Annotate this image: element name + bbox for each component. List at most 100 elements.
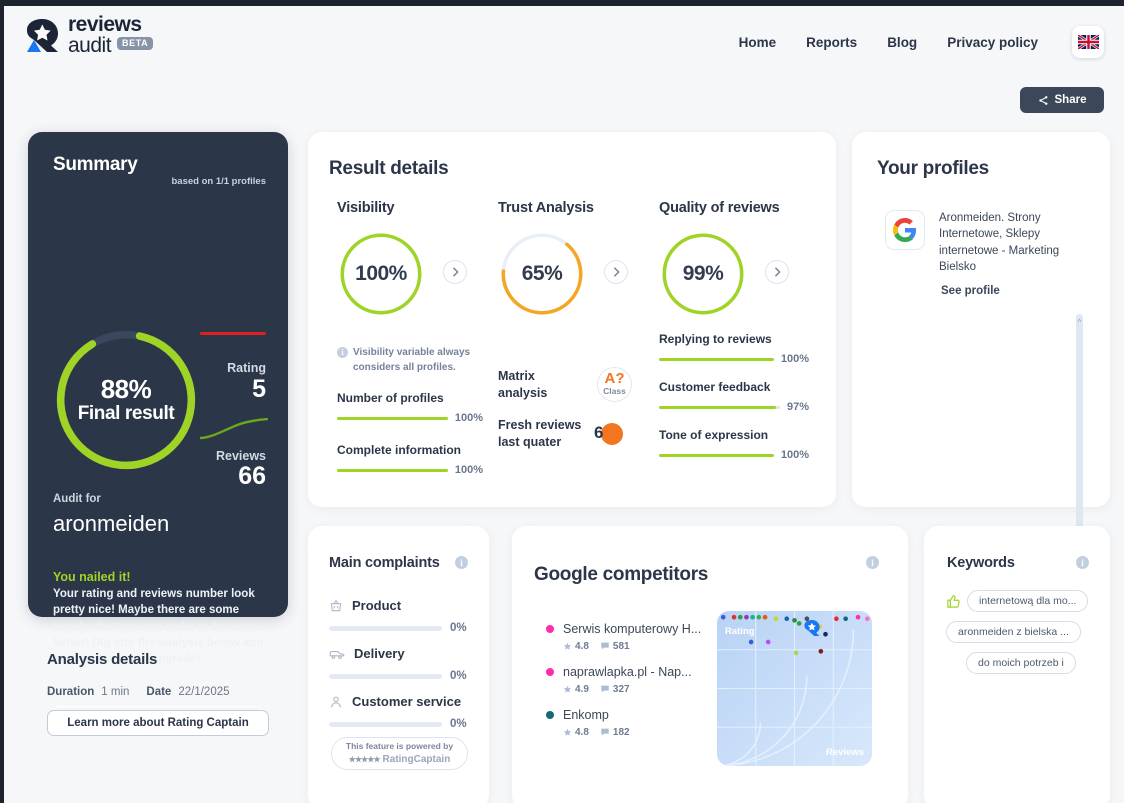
bar-track [329,721,442,727]
beta-badge: BETA [117,37,154,50]
competitor-rating: 4.8 [563,727,589,738]
matrix-analysis-label: Matrix analysis [498,369,548,400]
rating-label: Rating [227,361,266,375]
bar-customer-feedback-label: Customer feedback [659,380,771,394]
scatter-point [834,616,839,622]
competitor-rating-value: 4.9 [575,683,589,695]
nav-item-privacy-policy[interactable]: Privacy policy [947,35,1038,50]
brand-line-2: audit BETA [68,34,154,57]
competitor-name: Serwis komputerowy H... [563,622,702,636]
rating-trend-line [200,332,266,335]
bar-complete-information-label: Complete information [337,443,462,457]
competitor-meta: 4.9 327 [563,684,692,695]
scatter-point [762,614,768,620]
metric-quality-of-reviews-value: 99% [682,262,724,285]
nav-item-home[interactable]: Home [739,35,777,50]
final-result-label: Final result [77,402,175,424]
star-icon [563,728,572,736]
trust-analysis-details-arrow-button[interactable] [604,260,628,284]
bar-complete-information-value: 100% [454,464,483,476]
scatter-point [865,616,870,622]
info-icon: i [337,347,348,358]
quality-of-reviews-details-arrow-button[interactable] [765,260,789,284]
main-complaints-info-icon[interactable]: i [455,556,468,569]
bar-number-of-profiles-wrap: 100% [337,412,483,424]
bar-replying-to-reviews: Replying to reviews 100% [659,332,809,365]
main-nav: Home Reports Blog Privacy policy [739,26,1104,58]
share-icon [1038,95,1047,105]
fresh-reviews-badge: 6 [594,420,624,447]
complaint-product-value: 0% [450,622,467,634]
bar-track [329,673,442,679]
reviews-audit-logo-icon [24,17,61,54]
brand-line-2-text: audit [68,34,112,57]
chevron-right-icon [452,267,459,277]
scatter-point [793,650,799,656]
nav-item-reports[interactable]: Reports [806,35,857,50]
competitors-matrix-chart[interactable]: Rating Reviews [717,611,872,766]
profile-list-item[interactable]: Aronmeiden. Strony Internetowe, Sklepy i… [885,210,1064,297]
keywords-card: Keywords i internetową dla mo... aronmei… [924,526,1110,803]
brand-wordmark: reviews audit BETA [68,13,154,57]
audit-company-name: aronmeiden [53,511,170,536]
scatter-point [792,617,797,623]
reviews-trend-sparkline [200,418,268,440]
keyword-row: do moich potrzeb i [946,652,1096,674]
complaint-delivery: Delivery 0% [329,646,470,682]
competitor-reviews-value: 581 [612,640,630,652]
star-icon [563,685,572,693]
main-complaints-title: Main complaints [329,555,440,571]
brand-marker-icon [804,619,820,637]
comment-icon [601,643,609,650]
competitor-color-dot [546,667,554,676]
bar-complete-information: Complete information 100% [337,443,483,476]
learn-more-rating-captain-button[interactable]: Learn more about Rating Captain [47,710,269,736]
competitor-meta: 4.8 182 [563,727,630,738]
keyword-chip[interactable]: do moich potrzeb i [966,652,1076,674]
van-icon [329,650,345,659]
scatter-point [843,616,848,622]
complaint-delivery-label: Delivery [354,646,405,661]
competitor-rating: 4.9 [563,684,589,695]
your-profiles-card: Your profiles Aronmeiden. Strony Interne… [852,132,1110,542]
bar-replying-to-reviews-wrap: 100% [659,353,809,365]
competitor-list-item[interactable]: Enkomp 4.8 182 [546,707,716,738]
complaint-customer-service: Customer service 0% [329,694,470,730]
nav-item-blog[interactable]: Blog [887,35,917,50]
competitor-rating: 4.8 [563,641,589,652]
competitor-list-item[interactable]: Serwis komputerowy H... 4.8 581 [546,621,716,652]
visibility-details-arrow-button[interactable] [443,260,467,284]
bar-number-of-profiles: Number of profiles 100% [337,391,483,424]
bar-number-of-profiles-value: 100% [454,412,483,424]
keywords-info-icon[interactable]: i [1076,556,1089,569]
profiles-scrollbar[interactable] [1076,314,1083,542]
matrix-class-word: Class [603,386,626,397]
keyword-chip[interactable]: aronmeiden z bielska ... [946,621,1081,643]
competitor-reviews-value: 327 [612,683,630,695]
result-details-title: Result details [329,158,449,179]
keyword-chip[interactable]: internetową dla mo... [967,590,1089,612]
keywords-list: internetową dla mo... aronmeiden z biels… [946,590,1096,683]
see-profile-link[interactable]: See profile [941,285,1064,297]
powered-by-brand-row: ★★★★★ RatingCaptain [349,752,451,767]
share-button[interactable]: Share [1020,87,1104,113]
stars-icon: ★★★★★ [348,754,381,764]
result-details-card: Result details Visibility 100% Trust Ana… [308,132,836,507]
competitor-list-item[interactable]: naprawlapka.pl - Nap... 4.9 327 [546,664,716,695]
language-switcher[interactable] [1072,26,1104,58]
bar-track [329,625,442,631]
complaint-customer-service-label: Customer service [352,694,462,709]
person-icon [331,696,341,707]
scatter-point [796,621,802,626]
summary-title: Summary [53,154,138,175]
brand-logo[interactable]: reviews audit BETA [24,13,154,57]
google-icon [885,210,925,250]
matrix-analysis-row: Matrix analysis A? Class [498,367,632,402]
google-competitors-info-icon[interactable]: i [866,556,879,569]
app-page: reviews audit BETA Home Reports Blog Pri… [4,6,1124,803]
comment-icon [601,685,609,693]
bar-replying-to-reviews-label: Replying to reviews [659,332,772,346]
competitor-color-dot [546,710,554,719]
powered-by-brand: RatingCaptain [382,754,451,766]
brand-line-1: reviews [68,13,142,36]
